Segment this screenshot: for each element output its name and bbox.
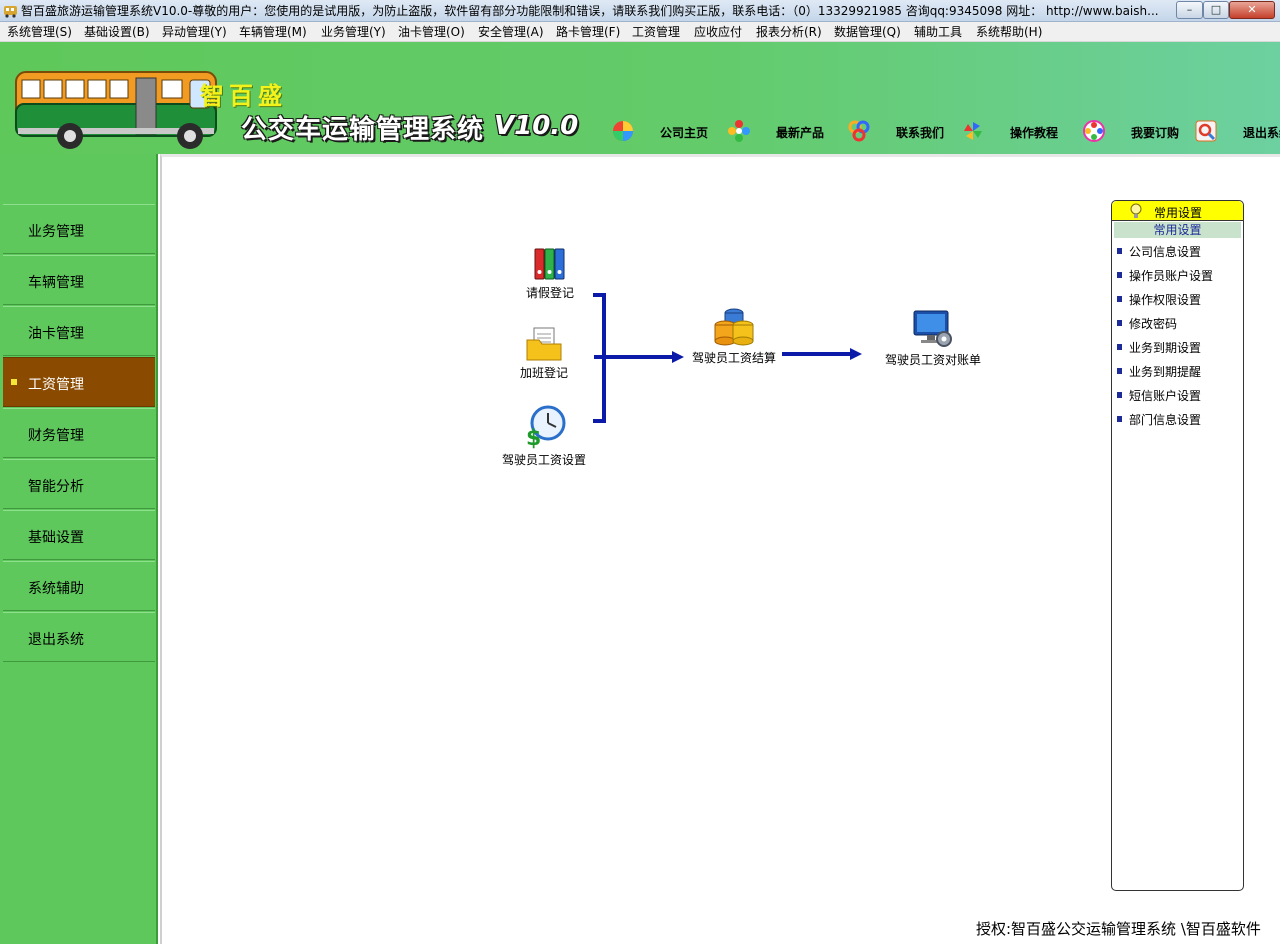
maximize-button[interactable]: □ <box>1203 1 1229 19</box>
close-button[interactable]: ✕ <box>1229 1 1275 19</box>
lightbulb-icon <box>1130 203 1142 218</box>
node-label: 驾驶员工资对账单 <box>884 353 981 367</box>
square-bullet-icon <box>1117 272 1122 278</box>
sidebar-item-finance[interactable]: 财务管理 <box>3 408 155 458</box>
copyright-footer: 授权:智百盛公交运输管理系统 \智百盛软件 <box>976 920 1261 938</box>
pie-colorful-icon <box>613 121 633 141</box>
version-label: V10.0 <box>494 111 579 141</box>
square-bullet-icon <box>1117 320 1122 326</box>
pinwheel-icon <box>964 122 982 140</box>
menu-fuel-card[interactable]: 油卡管理(O) <box>398 24 465 40</box>
node-label: 驾驶员工资结算 <box>691 351 776 365</box>
sidebar-item-exit[interactable]: 退出系统 <box>3 612 155 662</box>
folder-document-icon <box>526 327 562 361</box>
active-bullet-icon <box>11 379 17 385</box>
sidebar-item-business[interactable]: 业务管理 <box>3 204 155 254</box>
sidebar-item-vehicle[interactable]: 车辆管理 <box>3 255 155 305</box>
menu-change[interactable]: 异动管理(Y) <box>162 24 227 40</box>
node-label: 加班登记 <box>519 366 568 380</box>
sidebar-item-label: 系统辅助 <box>28 581 84 597</box>
menu-system[interactable]: 系统管理(S) <box>7 24 72 40</box>
menu-road-card[interactable]: 路卡管理(F) <box>556 24 620 40</box>
coin-stack-icon <box>714 308 754 346</box>
window-title: 智百盛旅游运输管理系统V10.0-尊敬的用户：您使用的是试用版，为防止盗版，软件… <box>21 4 1159 18</box>
flow-node-settlement[interactable]: 驾驶员工资结算 <box>684 307 784 366</box>
sidebar-item-label: 退出系统 <box>28 632 84 648</box>
nav-label: 我要订购 <box>1131 126 1180 140</box>
menu-receivable[interactable]: 应收应付 <box>694 24 742 40</box>
nav-label: 最新产品 <box>776 126 825 140</box>
cart-colorful-icon <box>1083 120 1105 142</box>
flower-colorful-icon <box>728 120 750 142</box>
nav-label: 操作教程 <box>1010 126 1059 140</box>
menu-tools[interactable]: 辅助工具 <box>914 24 962 40</box>
clock-money-icon: $ <box>526 405 566 449</box>
settings-item-label: 公司信息设置 <box>1129 245 1202 259</box>
sidebar-item-basic-settings[interactable]: 基础设置 <box>3 510 155 560</box>
sidebar-item-label: 工资管理 <box>28 377 84 393</box>
magnifier-exit-icon <box>1195 120 1217 142</box>
menu-data[interactable]: 数据管理(Q) <box>834 24 901 40</box>
menu-safety[interactable]: 安全管理(A) <box>478 24 544 40</box>
menu-basic-settings[interactable]: 基础设置(B) <box>84 24 150 40</box>
minimize-button[interactable]: – <box>1176 1 1203 19</box>
sidebar-item-label: 智能分析 <box>28 479 84 495</box>
settings-item-label: 短信账户设置 <box>1129 389 1202 403</box>
flow-node-leave[interactable]: 请假登记 <box>510 246 590 301</box>
settings-item-label: 操作员账户设置 <box>1129 269 1214 283</box>
app-icon <box>4 6 17 18</box>
sidebar-item-label: 车辆管理 <box>28 275 84 291</box>
binders-icon <box>534 248 565 280</box>
flow-node-statement[interactable]: 驾驶员工资对账单 <box>878 309 988 368</box>
arrow-head-icon <box>672 351 684 363</box>
sidebar-item-system-assist[interactable]: 系统辅助 <box>3 561 155 611</box>
sidebar-item-fuel-card[interactable]: 油卡管理 <box>3 306 155 356</box>
nav-label: 联系我们 <box>896 126 945 140</box>
settings-item-label: 部门信息设置 <box>1129 413 1202 427</box>
sidebar-item-salary[interactable]: 工资管理 <box>3 357 155 407</box>
panel-title: 常用设置 <box>1154 206 1203 220</box>
arrow-head-icon <box>850 348 862 360</box>
sidebar-item-label: 基础设置 <box>28 530 84 546</box>
menu-vehicle[interactable]: 车辆管理(M) <box>239 24 307 40</box>
settings-item-label: 操作权限设置 <box>1129 293 1202 307</box>
square-bullet-icon <box>1117 392 1122 398</box>
panel-subtitle: 常用设置 <box>1114 222 1241 238</box>
svg-text:$: $ <box>526 426 541 449</box>
bus-logo-icon <box>15 71 217 149</box>
menu-salary[interactable]: 工资管理 <box>632 24 680 40</box>
brand-name: 智百盛 <box>200 81 287 110</box>
square-bullet-icon <box>1117 344 1122 350</box>
settings-item-label: 修改密码 <box>1129 317 1178 331</box>
sidebar: 业务管理 车辆管理 油卡管理 工资管理 财务管理 智能分析 基础设置 系统辅助 … <box>0 154 158 944</box>
settings-item-label: 业务到期提醒 <box>1129 365 1202 379</box>
system-name: 公交车运输管理系统 <box>241 115 485 145</box>
window-title-bar: 智百盛旅游运输管理系统V10.0-尊敬的用户：您使用的是试用版，为防止盗版，软件… <box>0 0 1280 22</box>
square-bullet-icon <box>1117 368 1122 374</box>
menu-help[interactable]: 系统帮助(H) <box>976 24 1042 40</box>
sidebar-item-label: 财务管理 <box>28 428 84 444</box>
settings-item-label: 业务到期设置 <box>1129 341 1202 355</box>
menu-bar: 系统管理(S) 基础设置(B) 异动管理(Y) 车辆管理(M) 业务管理(Y) … <box>0 22 1280 42</box>
square-bullet-icon <box>1117 416 1122 422</box>
square-bullet-icon <box>1117 296 1122 302</box>
header-banner: 智百盛 公交车运输管理系统 V10.0 公司主页 最新产品 联系我们 操作教程 <box>0 42 1280 154</box>
nav-label: 公司主页 <box>660 126 709 140</box>
menu-business[interactable]: 业务管理(Y) <box>321 24 386 40</box>
nav-label: 退出系统 <box>1243 126 1280 140</box>
sidebar-item-label: 油卡管理 <box>28 326 84 342</box>
sidebar-item-analysis[interactable]: 智能分析 <box>3 459 155 509</box>
sidebar-item-label: 业务管理 <box>28 224 84 240</box>
computer-gear-icon <box>913 310 952 347</box>
node-label: 驾驶员工资设置 <box>501 453 586 467</box>
common-settings-panel: 常用设置 常用设置 公司信息设置 操作员账户设置 操作权限设置 修改密码 业务到… <box>1111 200 1244 891</box>
flow-node-overtime[interactable]: 加班登记 <box>504 326 584 381</box>
square-bullet-icon <box>1117 248 1122 254</box>
rings-colorful-icon <box>848 120 870 142</box>
menu-reports[interactable]: 报表分析(R) <box>756 24 822 40</box>
panel-header: 常用设置 <box>1112 201 1243 221</box>
flow-node-salary-setting[interactable]: $ 驾驶员工资设置 <box>494 405 594 468</box>
node-label: 请假登记 <box>525 286 574 300</box>
